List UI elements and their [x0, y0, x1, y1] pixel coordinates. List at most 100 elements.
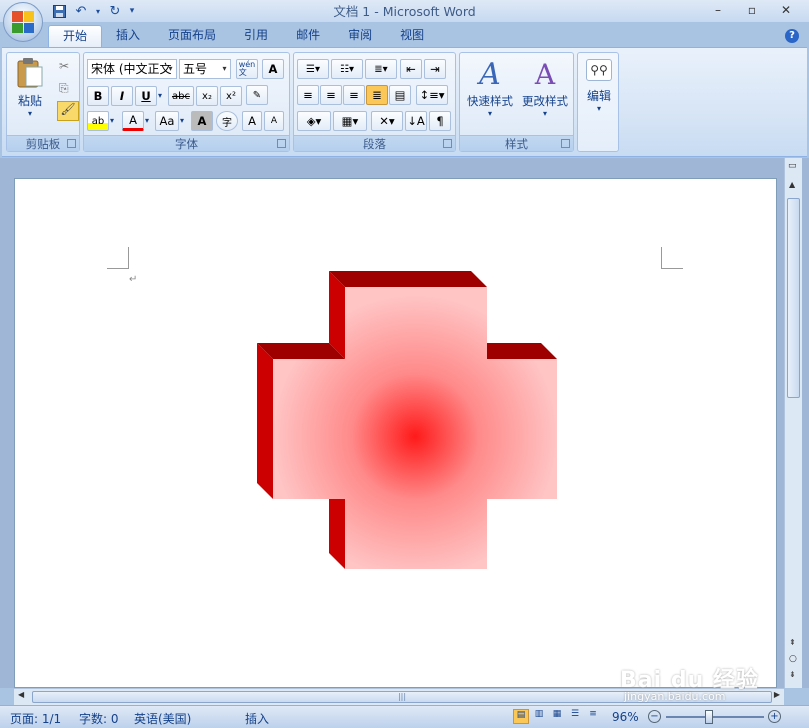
justify-icon[interactable]: ≣ [366, 85, 388, 105]
browse-object-icon[interactable]: ○ [789, 654, 797, 664]
font-color-dropdown-icon[interactable]: ▾ [145, 116, 149, 125]
ruler-toggle-icon[interactable]: ▭ [788, 161, 797, 171]
page-count[interactable]: 页面: 1/1 [10, 710, 61, 727]
paragraph-launcher-icon[interactable] [443, 139, 452, 148]
change-styles-dropdown-icon[interactable]: ▾ [518, 109, 572, 118]
sort-icon[interactable]: ↓A [405, 111, 427, 131]
chinese-layout-icon[interactable]: ✕▾ [371, 111, 403, 131]
font-size-combo[interactable]: 五号 ▾ [179, 59, 231, 79]
outline-icon[interactable]: ☰ [567, 709, 583, 724]
office-button[interactable] [3, 2, 43, 42]
font-launcher-icon[interactable] [277, 139, 286, 148]
close-button[interactable]: ✕ [769, 1, 803, 19]
full-screen-reading-icon[interactable]: ▥ [531, 709, 547, 724]
customize-qat-icon[interactable]: ▾ [128, 3, 136, 19]
document-page[interactable]: ↵ [14, 178, 777, 688]
ribbon-tabs: 开始 插入 页面布局 引用 邮件 审阅 视图 [48, 25, 438, 47]
show-marks-icon[interactable]: ¶ [429, 111, 451, 131]
underline-button[interactable]: U [135, 86, 157, 106]
subscript-button[interactable]: x₂ [196, 86, 218, 106]
tab-references[interactable]: 引用 [230, 25, 282, 47]
next-page-icon[interactable]: ⇟ [789, 670, 796, 679]
shrink-font-button[interactable]: A [264, 111, 284, 131]
tab-home[interactable]: 开始 [48, 25, 103, 47]
font-name-dropdown-icon[interactable]: ▾ [165, 60, 176, 78]
tab-review[interactable]: 审阅 [334, 25, 386, 47]
character-shading-button[interactable]: A [191, 111, 213, 131]
undo-icon[interactable]: ↶ [72, 3, 90, 19]
paste-dropdown-icon[interactable]: ▾ [11, 109, 49, 118]
draft-icon[interactable]: ≡ [585, 709, 601, 724]
clear-formatting-icon[interactable]: ✎ [246, 85, 268, 105]
clipboard-launcher-icon[interactable] [67, 139, 76, 148]
copy-icon[interactable]: ⎘ [59, 81, 69, 96]
zoom-out-icon[interactable]: − [648, 710, 661, 723]
editing-dropdown-icon[interactable]: ▾ [580, 104, 618, 113]
vertical-scrollbar[interactable]: ▭ ▲ ⇞ ○ ⇟ [784, 158, 802, 688]
tab-view[interactable]: 视图 [386, 25, 438, 47]
tab-insert[interactable]: 插入 [102, 25, 154, 47]
paste-button[interactable]: 粘贴 ▾ [11, 57, 49, 129]
scroll-left-icon[interactable]: ◀ [18, 690, 24, 699]
tab-page-layout[interactable]: 页面布局 [154, 25, 230, 47]
decrease-indent-icon[interactable]: ⇤ [400, 59, 422, 79]
align-left-icon[interactable]: ≡ [297, 85, 319, 105]
bullets-icon[interactable]: ☰▾ [297, 59, 329, 79]
multilevel-list-icon[interactable]: ≣▾ [365, 59, 397, 79]
language-indicator[interactable]: 英语(美国) [134, 710, 191, 727]
help-icon[interactable]: ? [785, 29, 799, 43]
change-case-dropdown-icon[interactable]: ▾ [180, 116, 184, 125]
web-layout-icon[interactable]: ▦ [549, 709, 565, 724]
cut-icon[interactable]: ✂ [59, 59, 69, 73]
font-size-dropdown-icon[interactable]: ▾ [219, 60, 230, 78]
zoom-in-icon[interactable]: + [768, 710, 781, 723]
strikethrough-button[interactable]: abc [168, 86, 194, 106]
distributed-icon[interactable]: ▤ [389, 85, 411, 105]
vertical-scroll-thumb[interactable] [787, 198, 800, 398]
change-case-button[interactable]: Aa [155, 111, 179, 131]
superscript-button[interactable]: x² [220, 86, 242, 106]
zoom-level[interactable]: 96% [612, 710, 639, 724]
underline-dropdown-icon[interactable]: ▾ [158, 91, 162, 100]
minimize-button[interactable]: – [701, 1, 735, 19]
align-right-icon[interactable]: ≡ [343, 85, 365, 105]
word-count[interactable]: 字数: 0 [79, 710, 119, 727]
italic-button[interactable]: I [111, 86, 133, 106]
grow-font-button[interactable]: A [242, 111, 262, 131]
undo-dropdown-icon[interactable]: ▾ [94, 3, 102, 19]
office-logo-icon [12, 11, 34, 33]
zoom-slider-track[interactable] [666, 716, 764, 718]
save-icon[interactable] [50, 3, 68, 19]
quick-styles-button[interactable]: A 快速样式 ▾ [463, 57, 517, 129]
scroll-right-icon[interactable]: ▶ [774, 690, 780, 699]
character-border-button[interactable]: A [262, 59, 284, 79]
zoom-slider-thumb[interactable] [705, 710, 713, 724]
insert-mode-indicator[interactable]: 插入 [245, 710, 269, 727]
previous-page-icon[interactable]: ⇞ [789, 638, 796, 647]
quick-styles-dropdown-icon[interactable]: ▾ [463, 109, 517, 118]
align-center-icon[interactable]: ≡ [320, 85, 342, 105]
highlight-button[interactable]: ab [87, 111, 109, 131]
borders-icon[interactable]: ▦▾ [333, 111, 367, 131]
enclose-characters-button[interactable]: 字 [216, 111, 238, 131]
print-layout-icon[interactable]: ▤ [513, 709, 529, 724]
phonetic-guide-button[interactable]: wén 文 [236, 59, 258, 79]
font-color-button[interactable]: A [122, 111, 144, 131]
paragraph-group-label: 段落 [294, 135, 455, 151]
font-name-combo[interactable]: 宋体 (中文正文 ▾ [87, 59, 177, 79]
highlight-dropdown-icon[interactable]: ▾ [110, 116, 114, 125]
tab-mailings[interactable]: 邮件 [282, 25, 334, 47]
shading-icon[interactable]: ◈▾ [297, 111, 331, 131]
bold-button[interactable]: B [87, 86, 109, 106]
scroll-up-icon[interactable]: ▲ [789, 180, 795, 189]
change-styles-button[interactable]: A 更改样式 ▾ [518, 57, 572, 129]
editing-button[interactable]: ⚲⚲ 编辑 ▾ [580, 57, 618, 129]
maximize-button[interactable]: ▫ [735, 1, 769, 19]
format-painter-icon[interactable]: 🖌 [57, 101, 79, 121]
numbering-icon[interactable]: ☷▾ [331, 59, 363, 79]
styles-launcher-icon[interactable] [561, 139, 570, 148]
redo-icon[interactable]: ↻ [106, 3, 124, 19]
red-cross-shape[interactable] [257, 271, 557, 571]
increase-indent-icon[interactable]: ⇥ [424, 59, 446, 79]
line-spacing-icon[interactable]: ↕≡▾ [416, 85, 448, 105]
